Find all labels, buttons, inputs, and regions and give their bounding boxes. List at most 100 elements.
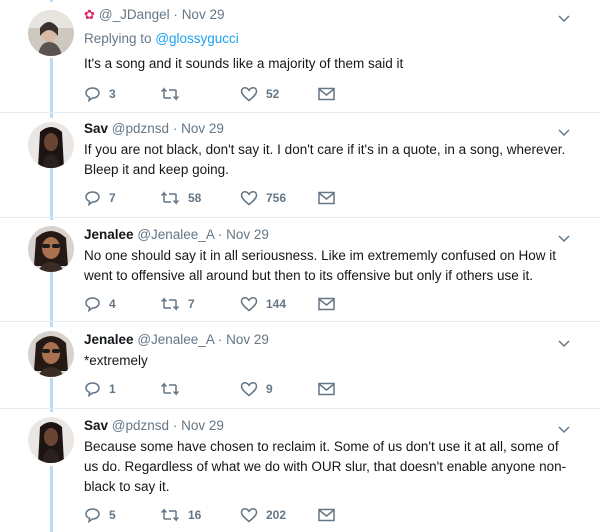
avatar[interactable]: [28, 331, 74, 377]
tweet-text: It's a song and it sounds like a majorit…: [84, 56, 404, 71]
reply-icon: [85, 297, 100, 312]
reply-button[interactable]: 7: [84, 188, 116, 208]
retweet-button[interactable]: [160, 379, 188, 399]
reply-button[interactable]: 5: [84, 505, 116, 525]
envelope-icon: [318, 508, 335, 522]
timestamp[interactable]: Nov 29: [226, 227, 269, 242]
timestamp[interactable]: Nov 29: [226, 332, 269, 347]
tweet[interactable]: Sav @pdznsd · Nov 29 If you are not blac…: [0, 120, 600, 220]
separator: ·: [172, 418, 178, 433]
chevron-down-icon[interactable]: [558, 230, 570, 248]
avatar[interactable]: [28, 10, 74, 56]
chevron-down-icon[interactable]: [558, 335, 570, 353]
chevron-down-icon[interactable]: [558, 421, 570, 439]
reply-icon: [85, 508, 100, 523]
retweet-icon: [160, 87, 180, 101]
timestamp[interactable]: Nov 29: [181, 121, 224, 136]
separator: ·: [172, 121, 178, 136]
display-name[interactable]: Jenalee: [84, 332, 134, 347]
like-count: 52: [266, 87, 280, 101]
thread-line: [50, 0, 53, 2]
chevron-down-icon[interactable]: [558, 124, 570, 142]
retweet-count: 58: [188, 191, 202, 205]
tweet-text: Because some have chosen to reclaim it. …: [84, 439, 567, 494]
avatar[interactable]: [28, 122, 74, 168]
handle[interactable]: @_JDangel: [99, 7, 170, 22]
reply-count: 7: [109, 191, 116, 205]
flower-emoji: ✿: [84, 7, 95, 22]
direct-message-button[interactable]: [318, 84, 335, 104]
timestamp[interactable]: Nov 29: [182, 7, 225, 22]
avatar[interactable]: [28, 226, 74, 272]
replying-to-label: Replying to: [84, 31, 152, 46]
retweet-button[interactable]: [160, 84, 188, 104]
divider: [0, 217, 600, 218]
reply-button[interactable]: 3: [84, 84, 116, 104]
retweet-button[interactable]: 7: [160, 294, 195, 314]
tweet[interactable]: Jenalee @Jenalee_A · Nov 29 No one shoul…: [0, 226, 600, 316]
retweet-button[interactable]: 16: [160, 505, 201, 525]
reply-count: 1: [109, 382, 116, 396]
handle[interactable]: @pdznsd: [112, 121, 169, 136]
display-name[interactable]: Sav: [84, 121, 108, 136]
retweet-icon: [160, 191, 180, 205]
heart-icon: [240, 190, 258, 206]
reply-count: 5: [109, 508, 116, 522]
tweet-text: No one should say it in all seriousness.…: [84, 248, 556, 283]
retweet-icon: [160, 382, 180, 396]
envelope-icon: [318, 382, 335, 396]
like-button[interactable]: 9: [240, 379, 273, 399]
handle[interactable]: @Jenalee_A: [137, 332, 214, 347]
direct-message-button[interactable]: [318, 379, 335, 399]
chevron-down-icon[interactable]: [558, 10, 570, 28]
like-count: 144: [266, 297, 287, 311]
envelope-icon: [318, 297, 335, 311]
separator: ·: [217, 227, 223, 242]
tweet-text: *extremely: [84, 353, 148, 368]
avatar[interactable]: [28, 417, 74, 463]
reply-button[interactable]: 4: [84, 294, 116, 314]
display-name[interactable]: Jenalee: [84, 227, 134, 242]
retweet-button[interactable]: 58: [160, 188, 201, 208]
reply-count: 4: [109, 297, 116, 311]
retweet-count: 16: [188, 508, 202, 522]
reply-button[interactable]: 1: [84, 379, 116, 399]
like-count: 202: [266, 508, 287, 522]
like-button[interactable]: 756: [240, 188, 286, 208]
heart-icon: [240, 86, 258, 102]
divider: [0, 112, 600, 113]
reply-icon: [85, 382, 100, 397]
separator: ·: [217, 332, 223, 347]
tweet[interactable]: Sav @pdznsd · Nov 29 Because some have c…: [0, 417, 600, 532]
reply-mention-link[interactable]: @glossygucci: [155, 31, 239, 46]
retweet-count: 7: [188, 297, 195, 311]
like-count: 9: [266, 382, 273, 396]
reply-count: 3: [109, 87, 116, 101]
reply-context: Replying to @glossygucci: [84, 30, 570, 48]
like-count: 756: [266, 191, 287, 205]
timestamp[interactable]: Nov 29: [181, 418, 224, 433]
tweet[interactable]: Jenalee @Jenalee_A · Nov 29 *extremely 1…: [0, 331, 600, 409]
like-button[interactable]: 52: [240, 84, 279, 104]
tweet[interactable]: ✿ @_JDangel · Nov 29 Replying to @glossyg…: [0, 6, 600, 110]
heart-icon: [240, 507, 258, 523]
heart-icon: [240, 381, 258, 397]
retweet-icon: [160, 508, 180, 522]
direct-message-button[interactable]: [318, 505, 335, 525]
handle[interactable]: @pdznsd: [112, 418, 169, 433]
separator: ·: [173, 7, 178, 22]
display-name[interactable]: Sav: [84, 418, 108, 433]
direct-message-button[interactable]: [318, 188, 335, 208]
retweet-icon: [160, 297, 180, 311]
handle[interactable]: @Jenalee_A: [137, 227, 214, 242]
envelope-icon: [318, 87, 335, 101]
reply-icon: [85, 191, 100, 206]
divider: [0, 321, 600, 322]
reply-icon: [85, 87, 100, 102]
like-button[interactable]: 202: [240, 505, 286, 525]
direct-message-button[interactable]: [318, 294, 335, 314]
heart-icon: [240, 296, 258, 312]
like-button[interactable]: 144: [240, 294, 286, 314]
tweet-text: If you are not black, don't say it. I do…: [84, 142, 566, 177]
envelope-icon: [318, 191, 335, 205]
